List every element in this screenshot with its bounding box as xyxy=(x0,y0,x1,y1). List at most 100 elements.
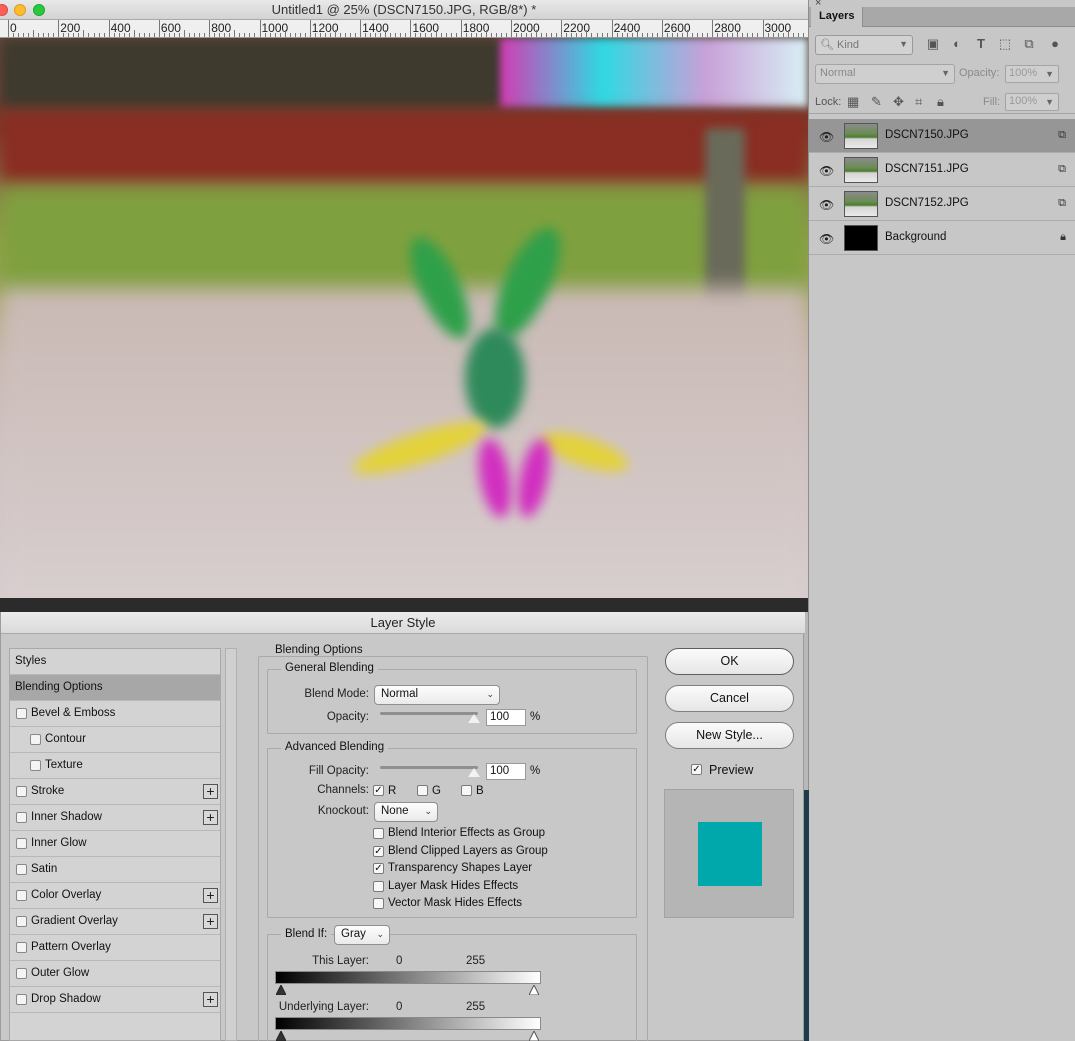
advanced-option-checkbox[interactable] xyxy=(373,898,384,909)
style-checkbox[interactable] xyxy=(16,890,27,901)
layer-blend-mode-select[interactable]: Normal ▼ xyxy=(815,64,955,84)
style-item-inner-shadow[interactable]: Inner Shadow + xyxy=(10,805,220,831)
this-layer-white-thumb[interactable] xyxy=(529,985,539,995)
fill-opacity-slider-thumb[interactable] xyxy=(468,768,480,777)
style-item-stroke[interactable]: Stroke + xyxy=(10,779,220,805)
horizontal-ruler[interactable]: 0 200 400 600 800 1000 1200 1400 1600 1800 2000 220… xyxy=(0,20,808,38)
style-checkbox[interactable] xyxy=(16,994,27,1005)
eye-icon[interactable]: 👁︎ xyxy=(819,232,834,246)
blend-mode-label: Blend Mode: xyxy=(304,688,369,700)
opacity-slider-thumb[interactable] xyxy=(468,714,480,723)
underlying-white-thumb[interactable] xyxy=(529,1031,539,1041)
this-layer-label: This Layer: xyxy=(312,955,369,967)
layer-fill-value: 100% xyxy=(1009,95,1038,107)
add-effect-plus-icon[interactable]: + xyxy=(203,810,218,825)
cancel-button[interactable]: Cancel xyxy=(665,685,794,712)
blend-mode-value: Normal xyxy=(381,688,419,700)
style-item-inner-glow[interactable]: Inner Glow xyxy=(10,831,220,857)
fill-opacity-unit: % xyxy=(530,765,541,777)
new-style-button[interactable]: New Style... xyxy=(665,722,794,749)
ruler-minor-tick xyxy=(269,33,271,37)
layer-row[interactable]: 👁︎ DSCN7151.JPG ⧉ xyxy=(809,153,1075,187)
channel-b-checkbox[interactable] xyxy=(461,785,472,796)
style-list-scrollbar[interactable] xyxy=(225,648,237,1041)
channel-r-checkbox[interactable]: ✓ xyxy=(373,785,384,796)
ruler-minor-tick xyxy=(536,30,538,37)
style-item-pattern-overlay[interactable]: Pattern Overlay xyxy=(10,935,220,961)
layer-row[interactable]: 👁︎ DSCN7152.JPG ⧉ xyxy=(809,187,1075,221)
style-item-satin[interactable]: Satin xyxy=(10,857,220,883)
advanced-option-checkbox[interactable] xyxy=(373,828,384,839)
smart-object-filter-icon[interactable]: ⧉ xyxy=(1021,36,1037,52)
this-layer-black-thumb[interactable] xyxy=(276,985,286,995)
ruler-tick xyxy=(661,20,663,37)
style-item-drop-shadow[interactable]: Drop Shadow + xyxy=(10,987,220,1013)
add-effect-plus-icon[interactable]: + xyxy=(203,992,218,1007)
advanced-option-checkbox[interactable]: ✓ xyxy=(373,845,384,857)
eye-icon[interactable]: 👁︎ xyxy=(819,198,834,212)
image-canvas[interactable] xyxy=(0,38,808,612)
opacity-slider[interactable] xyxy=(380,712,478,715)
style-checkbox[interactable] xyxy=(16,864,27,875)
document-titlebar: Untitled1 @ 25% (DSCN7150.JPG, RGB/8*) * xyxy=(0,0,808,20)
fill-opacity-slider[interactable] xyxy=(380,766,478,769)
knockout-select[interactable]: None ⌄ xyxy=(374,802,438,822)
style-checkbox[interactable] xyxy=(16,942,27,953)
add-effect-plus-icon[interactable]: + xyxy=(203,888,218,903)
style-checkbox[interactable] xyxy=(30,760,41,771)
ruler-minor-tick xyxy=(23,33,25,37)
ruler-minor-tick xyxy=(239,33,241,37)
style-checkbox[interactable] xyxy=(16,786,27,797)
style-item-outer-glow[interactable]: Outer Glow xyxy=(10,961,220,987)
ruler-minor-tick xyxy=(455,33,457,37)
opacity-input[interactable]: 100 xyxy=(486,709,526,726)
style-checkbox[interactable] xyxy=(16,838,27,849)
eye-icon[interactable]: 👁︎ xyxy=(819,130,834,144)
style-item-texture[interactable]: Texture xyxy=(10,753,220,779)
style-item-styles[interactable]: Styles xyxy=(10,649,220,675)
lock-artboard-icon[interactable]: ⌗ xyxy=(915,94,922,110)
layer-row[interactable]: 👁︎ DSCN7150.JPG ⧉ xyxy=(809,119,1075,153)
pixel-layer-filter-icon[interactable]: ▣ xyxy=(925,36,941,52)
kind-filter-select[interactable]: 🔍︎ Kind ▼ xyxy=(815,35,913,55)
style-item-gradient-overlay[interactable]: Gradient Overlay + xyxy=(10,909,220,935)
lock-all-icon[interactable]: 🔒︎ xyxy=(937,94,944,110)
lock-position-icon[interactable]: ✥ xyxy=(893,94,904,110)
shape-layer-filter-icon[interactable]: ⬚ xyxy=(997,36,1013,52)
filter-toggle-icon[interactable]: ● xyxy=(1047,36,1063,52)
fill-opacity-input[interactable]: 100 xyxy=(486,763,526,780)
underlying-black-thumb[interactable] xyxy=(276,1031,286,1041)
blend-if-select[interactable]: Gray ⌄ xyxy=(334,925,390,945)
advanced-option-checkbox[interactable]: ✓ xyxy=(373,863,384,874)
this-layer-gradient-bar xyxy=(275,971,541,984)
style-item-blending-options[interactable]: Blending Options xyxy=(10,675,220,701)
tab-layers[interactable]: Layers xyxy=(811,7,864,27)
style-item-label: Inner Shadow xyxy=(31,811,102,823)
ok-button[interactable]: OK xyxy=(665,648,794,675)
style-checkbox[interactable] xyxy=(16,916,27,927)
add-effect-plus-icon[interactable]: + xyxy=(203,784,218,799)
lock-transparent-pixels-icon[interactable]: ▦ xyxy=(847,94,859,110)
layer-fill-field[interactable]: 100% ▼ xyxy=(1005,93,1059,111)
style-item-bevel-emboss[interactable]: Bevel & Emboss xyxy=(10,701,220,727)
lock-image-pixels-icon[interactable]: ✎ xyxy=(871,94,882,110)
style-item-contour[interactable]: Contour xyxy=(10,727,220,753)
layer-row[interactable]: 👁︎ Background 🔒︎ xyxy=(809,221,1075,255)
style-checkbox[interactable] xyxy=(16,812,27,823)
type-layer-filter-icon[interactable]: T xyxy=(973,36,989,52)
add-effect-plus-icon[interactable]: + xyxy=(203,914,218,929)
adjustment-layer-filter-icon[interactable]: ◐ xyxy=(949,36,965,52)
layer-opacity-field[interactable]: 100% ▼ xyxy=(1005,65,1059,83)
channel-g-checkbox[interactable] xyxy=(417,785,428,796)
ruler-minor-tick xyxy=(480,33,482,37)
blend-mode-select[interactable]: Normal ⌄ xyxy=(374,685,500,705)
eye-icon[interactable]: 👁︎ xyxy=(819,164,834,178)
ruler-minor-tick xyxy=(475,33,477,37)
style-item-color-overlay[interactable]: Color Overlay + xyxy=(10,883,220,909)
preview-checkbox[interactable]: ✓ xyxy=(691,764,702,775)
style-item-label: Color Overlay xyxy=(31,889,102,901)
style-checkbox[interactable] xyxy=(30,734,41,745)
style-checkbox[interactable] xyxy=(16,968,27,979)
style-checkbox[interactable] xyxy=(16,708,27,719)
advanced-option-checkbox[interactable] xyxy=(373,880,384,892)
